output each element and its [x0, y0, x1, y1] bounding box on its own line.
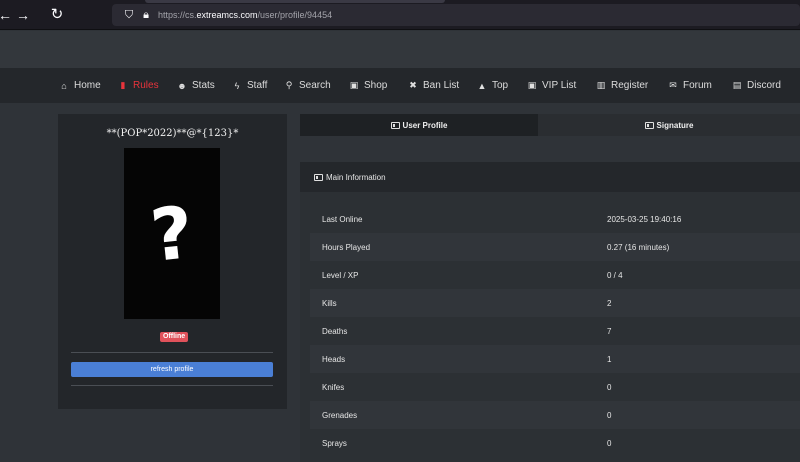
- nav-item-top[interactable]: ▲ Top: [476, 68, 509, 103]
- table-row: Last Online 2025-03-25 19:40:16: [322, 214, 682, 224]
- nav-item-register[interactable]: ▥ Register: [595, 68, 649, 103]
- reload-icon[interactable]: ↻: [48, 6, 66, 24]
- id-card-icon: [644, 121, 654, 129]
- nav-item-vip-list[interactable]: ▣ VIP List: [526, 68, 577, 103]
- bolt-icon: ϟ: [234, 80, 240, 91]
- id-card-icon: [390, 121, 400, 129]
- status-badge: Offline: [160, 332, 189, 342]
- profile-card: **(POP*2022)**@*{123}* ? Offline refresh…: [58, 114, 287, 409]
- shield-icon[interactable]: ⛉: [122, 8, 136, 22]
- table-row: Knifes 0: [322, 382, 612, 392]
- nav-item-shop[interactable]: ▣ Shop: [348, 68, 388, 103]
- nav-item-search[interactable]: ⚲ Search: [283, 68, 331, 103]
- tab-user-profile[interactable]: User Profile: [300, 114, 538, 136]
- nav-item-discord[interactable]: ▤ Discord: [731, 68, 781, 103]
- money-icon: ▣: [349, 80, 359, 90]
- nav-item-stats[interactable]: ☻ Stats: [176, 68, 215, 103]
- site-nav: ⌂ Home ▮ Rules ☻ Stats ϟ Staff ⚲ Search ▣ Shop…: [0, 68, 800, 103]
- question-mark-icon: ?: [146, 189, 198, 278]
- nav-item-forum[interactable]: ✉ Forum: [667, 68, 712, 103]
- browser-toolbar: ← → ↻ ⛉ 🔒︎ https://cs.extreamcs.com/user…: [0, 0, 800, 30]
- divider: [71, 385, 273, 386]
- table-row: Hours Played 0.27 (16 minutes): [310, 233, 800, 261]
- main-information-header: Main Information: [300, 162, 800, 192]
- id-card-icon: ▣: [527, 80, 537, 90]
- forward-arrow-icon[interactable]: →: [14, 6, 32, 24]
- player-name: **(POP*2022)**@*{123}*: [106, 128, 239, 139]
- table-row: Deaths 7: [322, 326, 612, 336]
- refresh-profile-button[interactable]: refresh profile: [71, 362, 273, 377]
- header-band: [0, 31, 800, 68]
- tab-strip: [145, 0, 445, 3]
- users-icon: ☻: [177, 80, 187, 91]
- nav-item-ban-list[interactable]: ✖ Ban List: [407, 68, 459, 103]
- avatar: ?: [124, 148, 220, 319]
- back-arrow-icon[interactable]: ←: [0, 6, 14, 24]
- nav-item-home[interactable]: ⌂ Home: [58, 68, 100, 103]
- url-text[interactable]: https://cs.extreamcs.com/user/profile/94…: [158, 8, 332, 22]
- table-row: Heads 1: [310, 345, 800, 373]
- table-row: Grenades 0: [310, 401, 800, 429]
- nav-item-staff[interactable]: ϟ Staff: [231, 68, 268, 103]
- chart-icon: ▥: [596, 80, 606, 90]
- discord-icon: ▤: [732, 80, 742, 90]
- lock-icon[interactable]: 🔒︎: [139, 8, 153, 22]
- table-row: Kills 2: [310, 289, 800, 317]
- thumbs-up-icon: ▲: [477, 80, 487, 91]
- search-icon: ⚲: [285, 80, 293, 90]
- times-icon: ✖: [409, 80, 417, 90]
- table-row: Sprays 0: [322, 438, 612, 448]
- book-icon: ▮: [120, 80, 126, 90]
- divider: [71, 352, 273, 353]
- home-icon: ⌂: [61, 80, 67, 91]
- profile-tabs: User Profile Signature: [300, 114, 800, 136]
- tab-signature[interactable]: Signature: [538, 114, 800, 136]
- id-card-icon: [314, 173, 323, 181]
- address-bar[interactable]: ⛉ 🔒︎ https://cs.extreamcs.com/user/profi…: [112, 4, 800, 26]
- table-row: Level / XP 0 / 4: [322, 270, 623, 280]
- nav-item-rules[interactable]: ▮ Rules: [117, 68, 159, 103]
- main-information-table: Last Online 2025-03-25 19:40:16 Hours Pla…: [300, 192, 800, 462]
- envelope-icon: ✉: [669, 80, 677, 90]
